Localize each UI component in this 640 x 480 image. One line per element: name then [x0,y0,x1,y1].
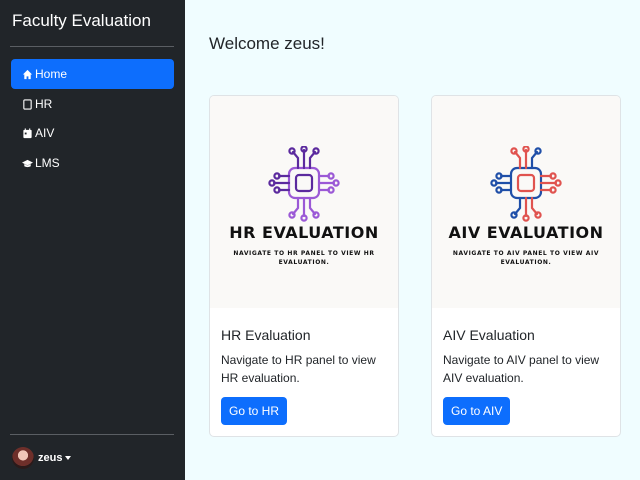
sidebar-item-hr[interactable]: HR [11,89,174,119]
sidebar: Faculty Evaluation Home HR AIV LMS zeus [0,0,185,480]
card-title: HR Evaluation [221,327,311,343]
image-title: HR EVALUATION [229,223,379,242]
card-text: Navigate to AIV panel to view AIV evalua… [443,353,600,385]
hr-card-image: HR EVALUATION NAVIGATE TO HR PANEL TO VI… [210,96,398,308]
sidebar-item-aiv[interactable]: AIV [11,118,174,148]
house-icon [21,68,33,80]
divider [10,434,174,435]
avatar [12,447,34,469]
aiv-card-image: AIV EVALUATION NAVIGATE TO AIV PANEL TO … [432,96,620,308]
card-title: AIV Evaluation [443,327,535,343]
sidebar-item-home[interactable]: Home [11,59,174,89]
aiv-card: AIV EVALUATION NAVIGATE TO AIV PANEL TO … [431,95,621,437]
user-name: zeus [38,452,63,464]
go-to-hr-button[interactable]: Go to HR [221,397,288,425]
image-subtitle: NAVIGATE TO HR PANEL TO VIEW HR EVALUATI… [233,250,375,266]
go-to-aiv-button[interactable]: Go to AIV [443,397,511,425]
user-menu[interactable]: zeus [12,447,72,469]
sidebar-item-label: Home [35,67,68,81]
chip-icon [268,146,340,222]
brand-title[interactable]: Faculty Evaluation [12,11,151,31]
image-subtitle: NAVIGATE TO AIV PANEL TO VIEW AIV EVALUA… [452,250,600,266]
calendar-icon [21,127,33,139]
caret-down-icon [65,456,72,460]
mortarboard-icon [21,157,33,169]
card-text: Navigate to HR panel to view HR evaluati… [221,353,376,385]
hr-card: HR EVALUATION NAVIGATE TO HR PANEL TO VI… [209,95,399,437]
sidebar-item-label: AIV [35,126,55,140]
sidebar-item-label: LMS [35,156,60,170]
sidebar-item-label: HR [35,97,53,111]
file-icon [21,98,33,110]
chip-icon [490,146,562,222]
divider [10,46,174,47]
image-title: AIV EVALUATION [448,223,604,242]
sidebar-item-lms[interactable]: LMS [11,148,174,178]
page-title: Welcome zeus! [209,34,325,53]
